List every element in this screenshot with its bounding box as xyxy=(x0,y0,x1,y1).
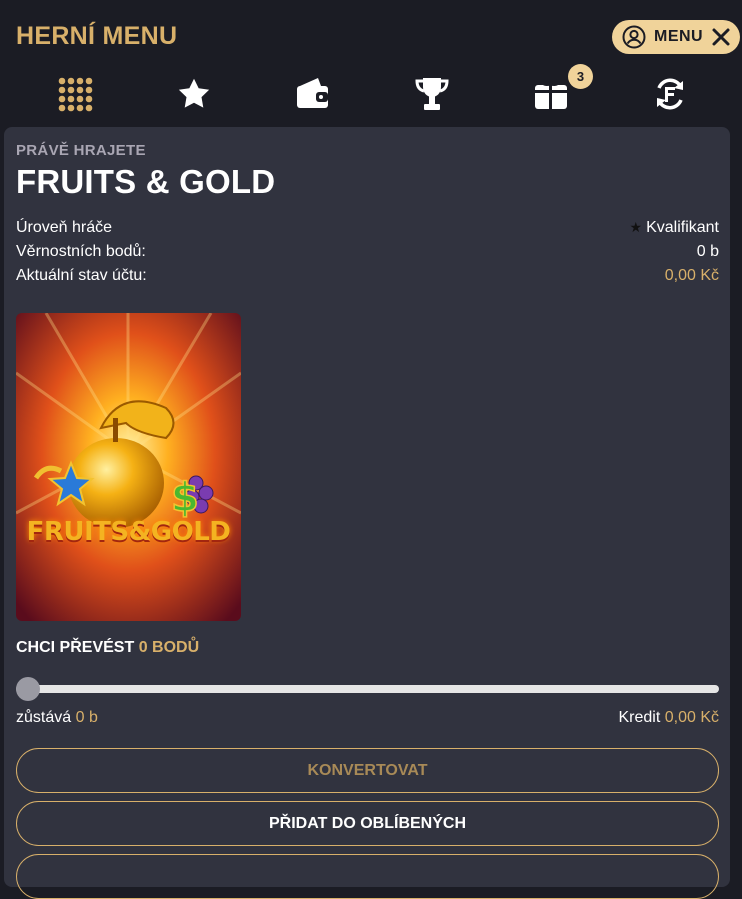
game-art: $ xyxy=(16,313,241,621)
points-slider-handle[interactable] xyxy=(16,677,40,701)
menu-label: MENU xyxy=(654,28,704,45)
game-title: FRUITS & GOLD xyxy=(16,163,276,200)
game-logo-text: FRUITS&GOLD xyxy=(26,517,231,547)
star-icon xyxy=(178,78,210,108)
points-slider-track[interactable] xyxy=(16,685,719,693)
credit-display: Kredit 0,00 Kč xyxy=(618,709,719,727)
stat-value: 0,00 Kč xyxy=(664,267,719,284)
star-icon: ★ xyxy=(629,219,643,235)
grid-icon xyxy=(58,77,93,112)
stat-value: ★ Kvalifikant xyxy=(630,219,719,237)
wallet-icon xyxy=(297,78,328,108)
stat-row-balance: Aktuální stav účtu: 0,00 Kč xyxy=(16,265,719,287)
stat-label: Úroveň hráče xyxy=(16,219,113,236)
menu-close-button[interactable]: MENU xyxy=(612,20,740,54)
remaining-value: 0 b xyxy=(75,709,98,726)
tab-games[interactable] xyxy=(55,74,95,114)
top-bar: HERNÍ MENU MENU 3 xyxy=(0,0,742,126)
gift-badge: 3 xyxy=(568,64,593,89)
stat-value: 0 b xyxy=(696,243,719,260)
svg-text:$: $ xyxy=(171,475,199,521)
add-favorite-button[interactable]: PŘIDAT DO OBLÍBENÝCH xyxy=(16,801,719,846)
remaining-points: zůstává 0 b xyxy=(16,709,98,727)
now-playing-label: PRÁVĚ HRAJETE xyxy=(16,142,146,159)
tab-tournaments[interactable] xyxy=(412,74,452,114)
credit-label: Kredit xyxy=(618,709,661,726)
convert-amount: 0 BODŮ xyxy=(138,639,200,656)
tab-refresh[interactable] xyxy=(650,74,690,114)
level-value: Kvalifikant xyxy=(646,219,719,236)
trophy-icon xyxy=(415,78,449,110)
partial-button[interactable] xyxy=(16,854,719,899)
gift-icon xyxy=(535,79,567,109)
game-thumbnail[interactable]: $ FRUITS&GOLD xyxy=(16,313,241,621)
convert-button[interactable]: KONVERTOVAT xyxy=(16,748,719,793)
credit-value: 0,00 Kč xyxy=(664,709,719,726)
close-icon xyxy=(712,28,730,46)
app-title: HERNÍ MENU xyxy=(16,22,178,50)
tab-bonuses[interactable] xyxy=(531,74,571,114)
tab-favorites[interactable] xyxy=(174,74,214,114)
stat-row-points: Věrnostních bodů: 0 b xyxy=(16,241,719,263)
convert-label: CHCI PŘEVÉST 0 BODŮ xyxy=(16,639,199,657)
remaining-label: zůstává xyxy=(16,709,72,726)
stat-row-level: Úroveň hráče ★ Kvalifikant xyxy=(16,217,719,239)
user-icon xyxy=(622,25,646,49)
tab-wallet[interactable] xyxy=(293,74,333,114)
refresh-f-icon xyxy=(657,78,683,110)
stat-label: Věrnostních bodů: xyxy=(16,243,146,260)
stat-label: Aktuální stav účtu: xyxy=(16,267,147,284)
convert-label-text: CHCI PŘEVÉST xyxy=(16,639,135,656)
